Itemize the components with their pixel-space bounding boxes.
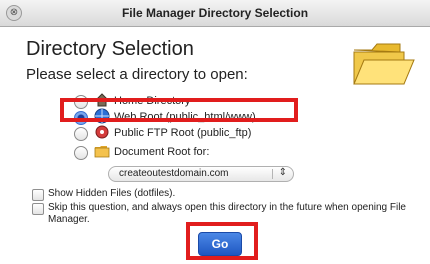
- updown-arrows-icon: ⇕: [278, 167, 287, 178]
- radio-button[interactable]: [74, 127, 88, 141]
- hidden-files-checkbox[interactable]: [32, 189, 44, 201]
- select-divider: [272, 169, 273, 179]
- option-document-root[interactable]: Document Root for:: [74, 145, 294, 161]
- option-public-ftp[interactable]: Public FTP Root (public_ftp): [74, 124, 294, 145]
- window-title: File Manager Directory Selection: [121, 6, 309, 20]
- option-label: Document Root for:: [114, 146, 210, 158]
- folder-icon: [94, 143, 110, 164]
- radio-button[interactable]: [74, 146, 88, 160]
- folder-icon: [350, 40, 416, 95]
- option-label: Public FTP Root (public_ftp): [114, 127, 252, 139]
- select-prompt: Please select a directory to open:: [26, 66, 248, 83]
- domain-select-value: createoutestdomain.com: [119, 168, 229, 179]
- domain-select[interactable]: createoutestdomain.com ⇕: [108, 166, 294, 182]
- go-button[interactable]: Go: [198, 232, 242, 256]
- highlight-box-web-root: [60, 98, 298, 122]
- skip-question-checkbox[interactable]: [32, 203, 44, 215]
- title-bar: ⊗ File Manager Directory Selection: [0, 0, 430, 27]
- ftp-icon: [94, 124, 110, 145]
- hidden-files-label: Show Hidden Files (dotfiles).: [48, 188, 176, 199]
- page-heading: Directory Selection: [26, 38, 194, 60]
